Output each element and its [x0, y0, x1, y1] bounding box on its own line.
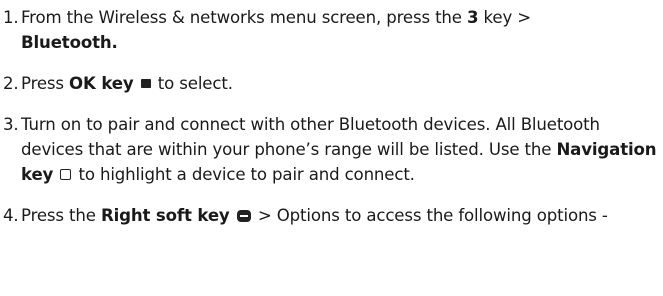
menu-item-name: Bluetooth.	[21, 33, 118, 52]
right-soft-key-icon	[236, 209, 251, 222]
step-text: From the Wireless & networks menu screen…	[21, 8, 467, 27]
step-number: 1.	[3, 8, 19, 27]
key-name: OK key	[69, 74, 134, 93]
key-name: 3	[466, 8, 479, 27]
step-text: to select.	[152, 74, 233, 93]
step-text: > Options to access the following option…	[252, 206, 608, 225]
step-text: to highlight a device to pair and connec…	[73, 165, 415, 184]
step-number: 3.	[3, 115, 19, 134]
step-number: 2.	[3, 74, 19, 93]
step-text: Press the	[21, 206, 101, 225]
ok-key-icon	[140, 79, 151, 88]
step-text: Turn on to pair and connect with other B…	[21, 115, 600, 159]
step-2: 2. Press OK key to select.	[3, 71, 663, 96]
step-4: 4. Press the Right soft key > Options to …	[3, 203, 663, 228]
step-number: 4.	[3, 206, 19, 225]
step-1: 1. From the Wireless & networks menu scre…	[3, 5, 663, 55]
step-text: key >	[478, 8, 532, 27]
key-name: Right soft key	[100, 206, 230, 225]
step-3: 3. Turn on to pair and connect with other…	[3, 112, 663, 187]
navigation-key-icon	[60, 169, 72, 180]
step-text: Press	[21, 74, 70, 93]
instruction-list: 1. From the Wireless & networks menu scre…	[3, 5, 663, 228]
